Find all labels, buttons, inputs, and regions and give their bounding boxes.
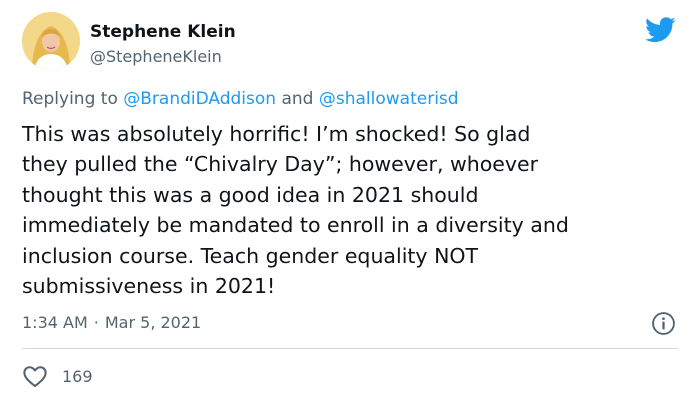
- heart-icon: [22, 364, 48, 388]
- mention-link-shallowaterisd[interactable]: @shallowaterisd: [319, 89, 459, 109]
- tweet-date-link[interactable]: Mar 5, 2021: [105, 313, 201, 332]
- info-icon[interactable]: [651, 311, 676, 336]
- author-name[interactable]: Stephene Klein: [90, 22, 236, 42]
- like-button[interactable]: 169: [22, 363, 93, 389]
- twitter-bird-icon[interactable]: [645, 17, 676, 43]
- replying-conjunction: and: [281, 89, 314, 109]
- timestamp-separator: ·: [93, 313, 99, 332]
- mention-link-brandidaddison[interactable]: @BrandiDAddison: [123, 89, 276, 109]
- tweet-timestamp: 1:34 AM · Mar 5, 2021: [22, 313, 201, 332]
- author-handle[interactable]: @StepheneKlein: [90, 47, 222, 66]
- tweet-time-link[interactable]: 1:34 AM: [22, 313, 88, 332]
- like-count: 169: [62, 366, 93, 386]
- avatar[interactable]: [22, 12, 80, 70]
- replying-to: Replying to @BrandiDAddison and @shallow…: [22, 89, 459, 109]
- tweet-text: This was absolutely horrific! I’m shocke…: [22, 122, 569, 299]
- tweet-card: Stephene Klein @StepheneKlein Replying t…: [0, 0, 700, 402]
- avatar-image: [22, 12, 80, 70]
- replying-prefix: Replying to: [22, 89, 118, 109]
- divider: [22, 348, 678, 349]
